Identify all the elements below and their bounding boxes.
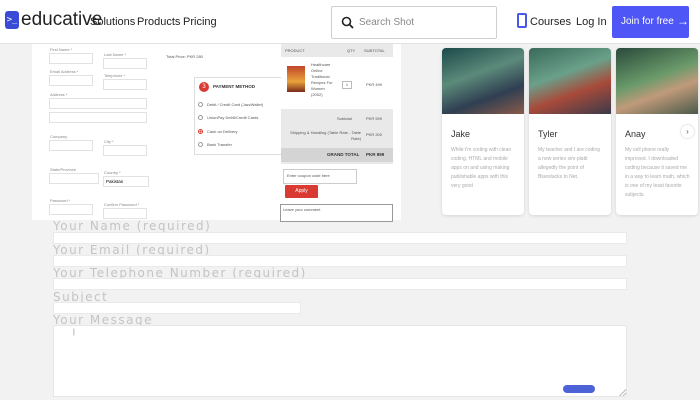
comment-textarea[interactable]: Leave your comment (280, 204, 393, 222)
tyler-photo (529, 48, 611, 114)
address-field-1[interactable] (49, 98, 147, 109)
first-name-label: First Name * (50, 47, 73, 52)
text-cursor: | (73, 329, 75, 336)
join-for-free-button[interactable]: Join for free → (612, 6, 689, 38)
shipping-value: PKR 200 (366, 132, 383, 137)
option-debit-credit[interactable]: Debit / Credit Card (JazzWallet) (207, 102, 263, 107)
name-label: Your Name (required) (53, 219, 212, 233)
chevron-right-icon[interactable]: › (681, 125, 694, 138)
testimonial-name: Anay (625, 129, 646, 139)
order-summary: PRODUCT QTY SUBTOTAL Healthcare Online T… (281, 44, 393, 164)
company-label: Company (50, 134, 68, 139)
testimonial-quote: While I'm coding with clean coding, HTML… (451, 147, 512, 189)
subtotal-value: PKR 599 (366, 116, 383, 121)
search-input[interactable]: Search Shot (331, 6, 497, 39)
testimonial-name: Jake (451, 129, 471, 139)
address-field-2[interactable] (49, 112, 147, 123)
city-label: City * (104, 139, 114, 144)
confirm-password-label: Confirm Password * (104, 202, 140, 207)
last-name-label: Last Name * (104, 52, 127, 57)
comment-placeholder: Leave your comment (283, 207, 321, 212)
message-textarea[interactable]: | (53, 325, 627, 397)
join-label: Join for free (621, 16, 674, 27)
anay-photo (616, 48, 698, 114)
product-name: Healthcare Online Traditional Recipes Fo… (311, 62, 333, 97)
coupon-placeholder: Enter coupon code here (287, 173, 330, 178)
educative-logo-icon[interactable]: >_ (5, 11, 19, 29)
testimonials-carousel: Jake While I'm coding with clean coding,… (433, 44, 700, 220)
top-navbar: >_ educative Solutions Products Pricing … (0, 0, 700, 44)
option-bank-transfer[interactable]: Bank Transfer (207, 142, 232, 147)
confirm-password-field[interactable] (103, 208, 147, 219)
shipping-label: Shipping & Handling (Table Rate - Table … (290, 130, 361, 141)
checkout-form-screenshot: First Name * Last Name * Email Address *… (32, 44, 401, 222)
testimonial-card-jake[interactable]: Jake While I'm coding with clean coding,… (442, 48, 524, 215)
state-select[interactable] (49, 173, 99, 184)
nav-link-pricing[interactable]: Pricing (183, 16, 217, 28)
radio-unionpay[interactable] (198, 115, 203, 120)
address-label: Address * (50, 92, 68, 97)
email-label: Email Address * (50, 69, 79, 74)
coupon-input[interactable]: Enter coupon code here (283, 169, 357, 184)
telephone-field[interactable] (103, 79, 147, 90)
payment-method-title: PAYMENT METHOD (213, 84, 256, 89)
grand-total-value: PKR 899 (366, 152, 385, 157)
search-icon (341, 16, 354, 29)
arrow-right-icon: → (677, 14, 689, 28)
city-field[interactable] (103, 145, 147, 156)
subtotal-header: SUBTOTAL (364, 48, 385, 53)
testimonial-card-tyler[interactable]: Tyler My teacher and I are coding a new … (529, 48, 611, 215)
radio-cash-on-delivery[interactable] (198, 129, 203, 134)
option-unionpay[interactable]: UnionPay Debit/Credit Cards (207, 115, 258, 120)
grammar-assistant-icon[interactable] (563, 385, 595, 393)
nav-link-products[interactable]: Products (137, 16, 180, 28)
apply-coupon-button[interactable]: Apply (285, 185, 318, 198)
grand-total-label: GRAND TOTAL (327, 152, 360, 157)
step-badge: 3 (199, 82, 209, 92)
password-label: Password * (50, 198, 71, 203)
product-price: PKR 499 (366, 82, 383, 87)
product-header: PRODUCT (285, 48, 305, 53)
country-select[interactable]: Pakistan (103, 176, 149, 187)
login-link[interactable]: Log In (576, 16, 607, 28)
option-cash-on-delivery[interactable]: Cash on Delivery (207, 129, 237, 134)
testimonial-quote: My teacher and I are coding a new series… (538, 147, 600, 180)
state-label: State/Province (50, 167, 77, 172)
password-field[interactable] (49, 204, 93, 215)
telephone-label: Telephone * (104, 73, 126, 78)
book-cover-image (287, 66, 305, 92)
nav-link-solutions[interactable]: Solutions (90, 16, 135, 28)
testimonial-quote: My cell phone really improved. I downloa… (625, 147, 690, 198)
qty-header: QTY (347, 48, 356, 53)
first-name-field[interactable] (49, 53, 93, 64)
courses-link[interactable]: Courses (530, 16, 571, 28)
qty-field[interactable]: 1 (342, 81, 352, 89)
search-placeholder: Search Shot (359, 17, 415, 28)
last-name-field[interactable] (103, 58, 147, 69)
country-label: Country * (104, 170, 121, 175)
subtotal-label: Subtotal (337, 116, 352, 121)
radio-bank-transfer[interactable] (198, 142, 203, 147)
testimonial-name: Tyler (538, 129, 558, 139)
email-field[interactable] (49, 75, 93, 86)
total-price-text: Total Price: PKR 280 (166, 54, 203, 59)
jake-photo (442, 48, 524, 114)
courses-icon (517, 13, 527, 28)
resize-handle-icon[interactable] (619, 389, 626, 396)
radio-debit-credit[interactable] (198, 102, 203, 107)
company-field[interactable] (49, 140, 93, 151)
telephone-input[interactable] (53, 278, 627, 290)
